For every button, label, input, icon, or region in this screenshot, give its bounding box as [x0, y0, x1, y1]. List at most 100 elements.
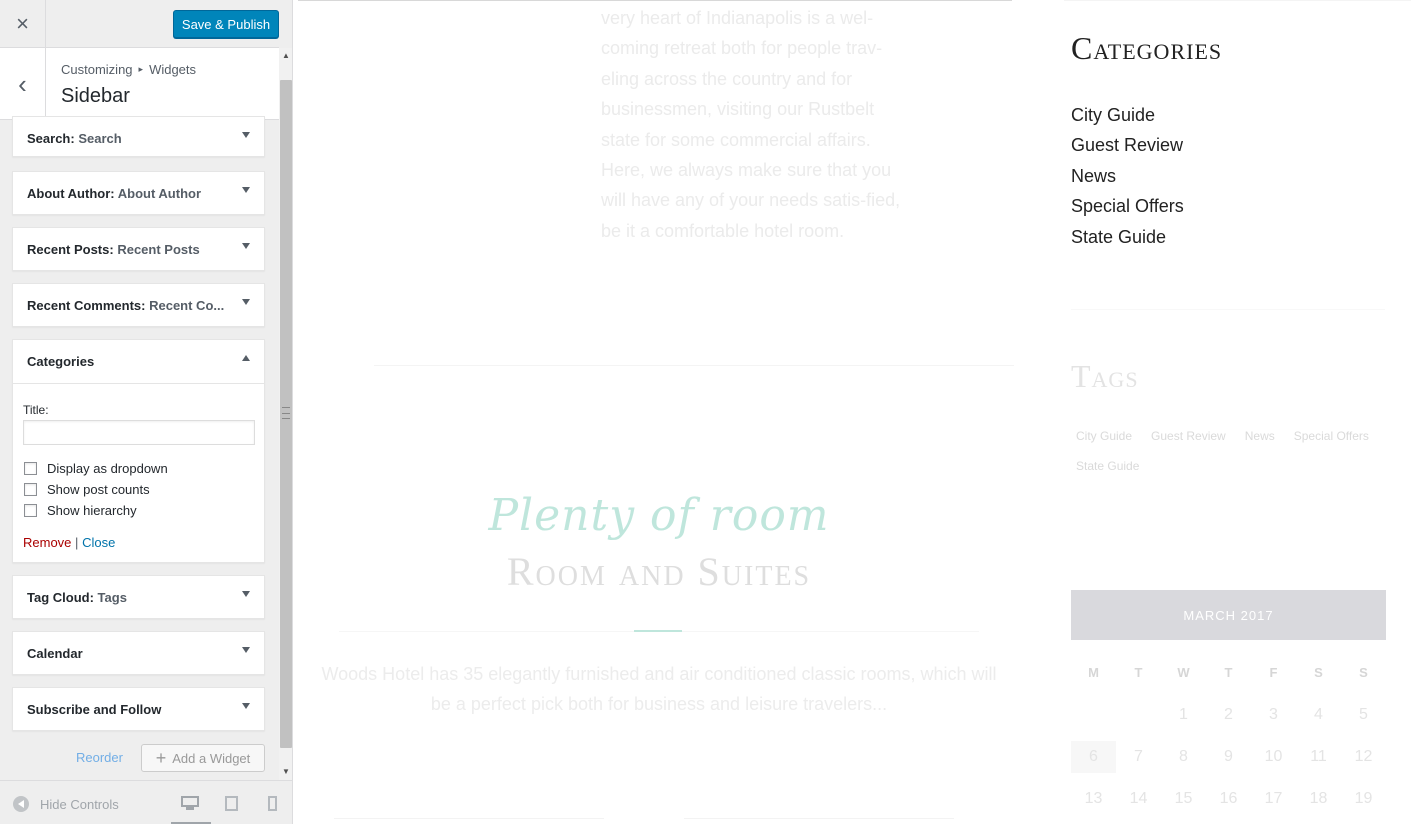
option-show-post-counts[interactable]: Show post counts	[24, 482, 150, 497]
calendar-day: 1	[1179, 706, 1188, 723]
option-display-dropdown[interactable]: Display as dropdown	[24, 461, 168, 476]
plus-icon: +	[155, 748, 167, 768]
weekday-label: F	[1269, 665, 1278, 680]
categories-list: City Guide Guest Review News Special Off…	[1071, 103, 1184, 255]
calendar-day: 5	[1359, 706, 1368, 723]
widget-about-author[interactable]: About Author: About Author	[12, 171, 265, 215]
tag-link[interactable]: Guest Review	[1151, 428, 1226, 444]
category-link[interactable]: City Guide	[1071, 103, 1184, 133]
widget-title: About Author: About Author	[27, 186, 202, 201]
category-link[interactable]: Guest Review	[1071, 133, 1184, 163]
weekday-label: S	[1359, 665, 1368, 680]
tag-link[interactable]: City Guide	[1076, 428, 1132, 444]
rooms-description: Woods Hotel has 35 elegantly furnished a…	[321, 664, 997, 715]
widget-recent-comments[interactable]: Recent Comments: Recent Co...	[12, 283, 265, 327]
calendar-day: 19	[1354, 790, 1373, 807]
desktop-preview-icon[interactable]	[181, 796, 199, 810]
collapse-icon	[13, 796, 29, 812]
checkbox-label: Show post counts	[47, 482, 150, 497]
breadcrumb-separator-icon: ▸	[138, 64, 144, 74]
close-customizer-button[interactable]: ×	[0, 0, 46, 48]
checkbox[interactable]	[24, 483, 37, 496]
expand-arrow-icon[interactable]	[242, 243, 250, 249]
back-button[interactable]: ‹	[0, 48, 46, 120]
customizer-panel: × Save & Publish ‹ Customizing ▸ Widgets…	[0, 0, 293, 824]
save-publish-button[interactable]: Save & Publish	[173, 10, 279, 38]
calendar-day: 8	[1179, 748, 1188, 765]
tag-link[interactable]: News	[1245, 428, 1275, 444]
widget-title: Calendar	[27, 646, 83, 661]
widget-calendar[interactable]: Calendar	[12, 631, 265, 675]
widget-search[interactable]: Search: Search	[12, 116, 265, 157]
calendar-week: 1 2 3 4 5	[1071, 694, 1386, 736]
breadcrumb: Customizing ▸ Widgets	[61, 62, 196, 77]
customizer-header: × Save & Publish	[0, 0, 279, 48]
tablet-preview-icon[interactable]	[225, 796, 238, 811]
widget-title: Subscribe and Follow	[27, 702, 162, 717]
category-link[interactable]: News	[1071, 164, 1184, 194]
widget-title: Categories	[27, 354, 95, 369]
action-divider: |	[75, 535, 79, 550]
widget-header[interactable]: Categories	[13, 340, 264, 384]
section-divider	[374, 365, 1014, 366]
calendar-weekdays: M T W T F S S	[1071, 652, 1386, 694]
expand-arrow-icon[interactable]	[242, 132, 250, 138]
close-link[interactable]: Close	[82, 535, 115, 550]
calendar-day: 13	[1084, 790, 1103, 807]
expand-arrow-icon[interactable]	[242, 591, 250, 597]
widget-title: Search: Search	[27, 131, 122, 146]
sidebar-top-divider	[1064, 0, 1411, 1]
calendar-day: 14	[1129, 790, 1148, 807]
option-show-hierarchy[interactable]: Show hierarchy	[24, 503, 137, 518]
mobile-preview-icon[interactable]	[268, 796, 277, 811]
calendar-day: 12	[1354, 748, 1373, 765]
close-icon: ×	[16, 11, 29, 36]
reorder-link[interactable]: Reorder	[76, 750, 123, 765]
calendar-day: 11	[1310, 748, 1327, 765]
widget-title: Recent Comments: Recent Co...	[27, 298, 225, 313]
expand-arrow-icon[interactable]	[242, 299, 250, 305]
widget-separator	[1071, 309, 1385, 310]
weekday-label: T	[1134, 665, 1143, 680]
calendar-day: 3	[1269, 706, 1278, 723]
collapse-arrow-icon[interactable]	[242, 355, 250, 361]
checkbox[interactable]	[24, 504, 37, 517]
weekday-label: W	[1177, 665, 1190, 680]
category-link[interactable]: Special Offers	[1071, 194, 1184, 224]
weekday-label: T	[1224, 665, 1233, 680]
weekday-label: S	[1314, 665, 1323, 680]
expand-arrow-icon[interactable]	[242, 647, 250, 653]
checkbox[interactable]	[24, 462, 37, 475]
calendar-week: 13 14 15 16 17 18 19	[1071, 778, 1386, 820]
title-input[interactable]	[23, 420, 255, 445]
add-widget-button[interactable]: + Add a Widget	[141, 744, 265, 772]
widget-recent-posts[interactable]: Recent Posts: Recent Posts	[12, 227, 265, 271]
expand-arrow-icon[interactable]	[242, 703, 250, 709]
categories-heading: Categories	[1071, 30, 1223, 66]
top-divider	[298, 0, 1012, 1]
scroll-up-icon[interactable]: ▲	[279, 48, 292, 62]
section-title: Sidebar	[61, 85, 130, 107]
widget-categories: Categories Title: Display as dropdown Sh…	[12, 339, 265, 563]
tag-link[interactable]: Special Offers	[1294, 428, 1369, 444]
expand-arrow-icon[interactable]	[242, 187, 250, 193]
tag-link[interactable]: State Guide	[1076, 458, 1139, 474]
remove-link[interactable]: Remove	[23, 535, 71, 550]
weekday-label: M	[1088, 665, 1099, 680]
tags-heading: Tags	[1071, 358, 1139, 394]
widget-title: Tag Cloud: Tags	[27, 590, 127, 605]
category-link[interactable]: State Guide	[1071, 225, 1184, 255]
scroll-down-icon[interactable]: ▼	[279, 764, 292, 778]
widget-subscribe-follow[interactable]: Subscribe and Follow	[12, 687, 265, 731]
intro-paragraph: very heart of Indianapolis is a wel-comi…	[601, 8, 901, 241]
hide-controls-button[interactable]: Hide Controls	[13, 796, 119, 812]
calendar-day: 9	[1224, 748, 1233, 765]
title-label: Title:	[23, 403, 49, 417]
widget-tag-cloud[interactable]: Tag Cloud: Tags	[12, 575, 265, 619]
calendar-day: 16	[1219, 790, 1238, 807]
rooms-heading: Room and Suites	[506, 549, 812, 594]
section-header: ‹ Customizing ▸ Widgets Sidebar	[0, 48, 279, 120]
bottom-dividers	[334, 818, 954, 824]
calendar-day: 17	[1264, 790, 1283, 807]
calendar-day: 15	[1174, 790, 1193, 807]
